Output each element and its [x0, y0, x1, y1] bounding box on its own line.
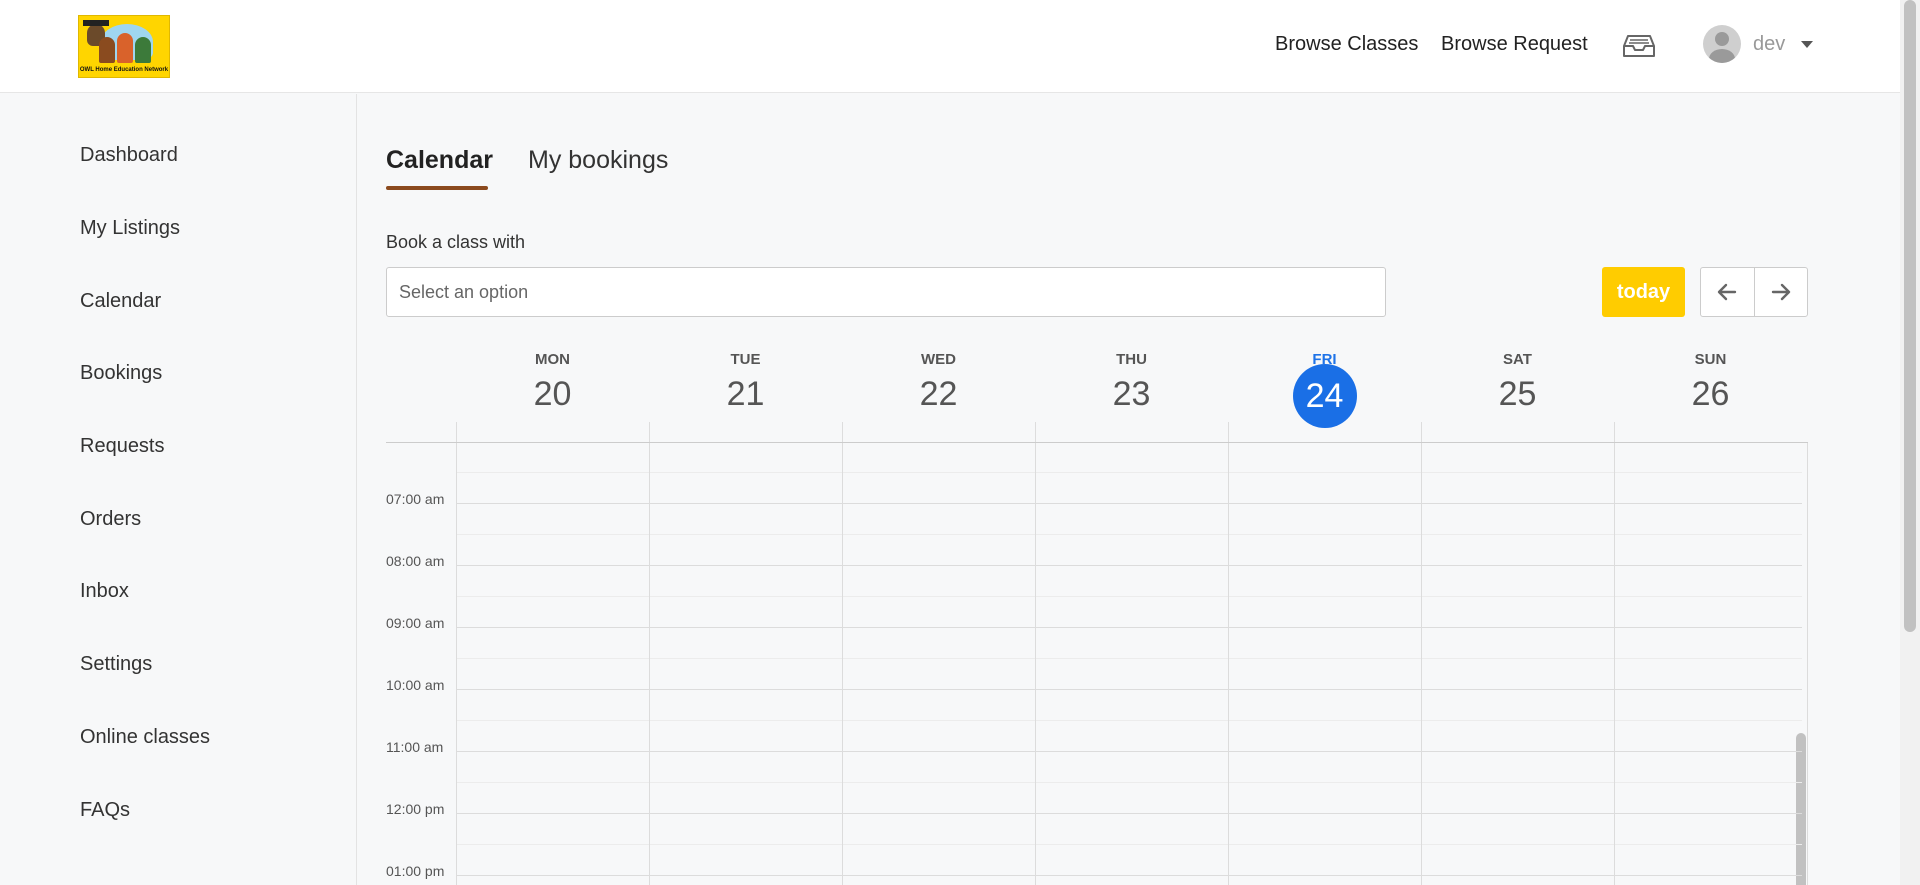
day-number[interactable]: 24 [1292, 364, 1357, 428]
time-slot-line [456, 658, 1802, 659]
time-slot-line [456, 751, 1802, 752]
week-calendar: MON 20 TUE 21 WED 22 THU 23 FRI 24 SAT 25 SUN 26 07:0… [386, 342, 1808, 885]
active-tab-indicator [386, 186, 488, 190]
day-number[interactable]: 25 [1421, 372, 1614, 416]
arrow-right-icon [1771, 283, 1791, 301]
sidebar-item-bookings[interactable]: Bookings [80, 362, 162, 385]
sidebar-item-my-listings[interactable]: My Listings [80, 217, 180, 240]
day-column-line [1228, 443, 1229, 885]
next-week-button[interactable] [1753, 268, 1807, 316]
day-header-sat: SAT 25 [1421, 342, 1614, 416]
tab-my-bookings[interactable]: My bookings [528, 146, 668, 175]
header-separator [1421, 422, 1422, 442]
time-label: 11:00 am [386, 739, 444, 755]
day-name: SUN [1694, 351, 1727, 368]
time-slot-line [456, 720, 1802, 721]
avatar [1703, 25, 1741, 63]
day-name: THU [1116, 351, 1147, 368]
sidebar-item-faqs[interactable]: FAQs [80, 799, 130, 822]
time-label: 10:00 am [386, 677, 445, 693]
day-column-line [1035, 443, 1036, 885]
sidebar-item-orders[interactable]: Orders [80, 508, 141, 531]
graduation-cap-icon [83, 20, 109, 26]
day-column-line [1614, 443, 1615, 885]
time-slot-line [456, 596, 1802, 597]
sidebar: Dashboard My Listings Calendar Bookings … [0, 94, 357, 885]
time-slot-line [456, 565, 1802, 566]
day-column-line [456, 443, 457, 885]
tab-calendar[interactable]: Calendar [386, 146, 493, 175]
day-header-tue: TUE 21 [649, 342, 842, 416]
page-scrollbar-thumb[interactable] [1904, 0, 1916, 632]
time-slot-line [456, 782, 1802, 783]
user-menu[interactable]: dev [1703, 24, 1814, 64]
week-navigation [1700, 267, 1808, 317]
sidebar-item-dashboard[interactable]: Dashboard [80, 144, 178, 167]
site-logo[interactable]: OWL Home Education Network [78, 15, 170, 78]
arrow-left-icon [1718, 283, 1737, 301]
sidebar-item-requests[interactable]: Requests [80, 435, 165, 458]
time-slot-line [456, 627, 1802, 628]
day-number[interactable]: 26 [1614, 372, 1807, 416]
time-slot-line [456, 689, 1802, 690]
day-name: WED [921, 351, 956, 368]
calendar-scrollbar[interactable] [1796, 733, 1806, 885]
time-slot-line [456, 875, 1802, 876]
sidebar-item-online-classes[interactable]: Online classes [80, 726, 210, 749]
book-class-label: Book a class with [386, 232, 526, 252]
prev-week-button[interactable] [1701, 268, 1754, 316]
time-slot-line [456, 503, 1802, 504]
day-name: TUE [730, 351, 761, 368]
day-name: MON [535, 351, 570, 368]
sidebar-item-settings[interactable]: Settings [80, 653, 152, 676]
time-label: 09:00 am [386, 615, 445, 631]
day-header-sun: SUN 26 [1614, 342, 1807, 416]
browse-classes-link[interactable]: Browse Classes [1275, 33, 1418, 56]
time-slot-line [456, 844, 1802, 845]
sidebar-item-inbox[interactable]: Inbox [80, 580, 129, 603]
time-slot-line [456, 813, 1802, 814]
header-separator [1614, 422, 1615, 442]
time-label: 07:00 am [386, 491, 445, 507]
logo-text: OWL Home Education Network [79, 67, 169, 73]
day-column-line [1421, 443, 1422, 885]
inbox-icon[interactable] [1622, 32, 1656, 60]
select-placeholder: Select an option [399, 281, 529, 302]
username: dev [1753, 32, 1786, 55]
top-header: OWL Home Education Network Browse Classe… [0, 0, 1900, 93]
day-number[interactable]: 20 [456, 372, 649, 416]
day-name: SAT [1503, 351, 1532, 368]
day-name: FRI [1312, 351, 1337, 368]
day-column-line [1807, 443, 1808, 885]
day-number[interactable]: 22 [842, 372, 1035, 416]
day-number[interactable]: 21 [649, 372, 842, 416]
browse-request-link[interactable]: Browse Request [1441, 33, 1588, 56]
teacher-select[interactable]: Select an option [386, 267, 1386, 317]
today-button[interactable]: today [1602, 267, 1685, 317]
day-column-line [842, 443, 843, 885]
day-header-wed: WED 22 [842, 342, 1035, 416]
time-slot-line [456, 472, 1802, 473]
header-separator [456, 422, 457, 442]
header-separator [1228, 422, 1229, 442]
header-separator [649, 422, 650, 442]
time-slot-line [456, 534, 1802, 535]
main-content: Calendar My bookings Book a class with S… [358, 94, 1900, 885]
time-label: 12:00 pm [386, 801, 445, 817]
calendar-grid[interactable]: 07:00 am 08:00 am 09:00 am 10:00 am 11:00 am… [386, 442, 1808, 885]
day-column-line [649, 443, 650, 885]
day-header-mon: MON 20 [456, 342, 649, 416]
day-header-fri: FRI 24 [1228, 342, 1421, 428]
day-number[interactable]: 23 [1035, 372, 1228, 416]
time-label: 08:00 am [386, 553, 445, 569]
header-separator [842, 422, 843, 442]
chevron-down-icon [1801, 40, 1814, 48]
day-header-thu: THU 23 [1035, 342, 1228, 416]
sidebar-item-calendar[interactable]: Calendar [80, 290, 161, 313]
header-separator [1035, 422, 1036, 442]
time-label: 01:00 pm [386, 863, 445, 879]
